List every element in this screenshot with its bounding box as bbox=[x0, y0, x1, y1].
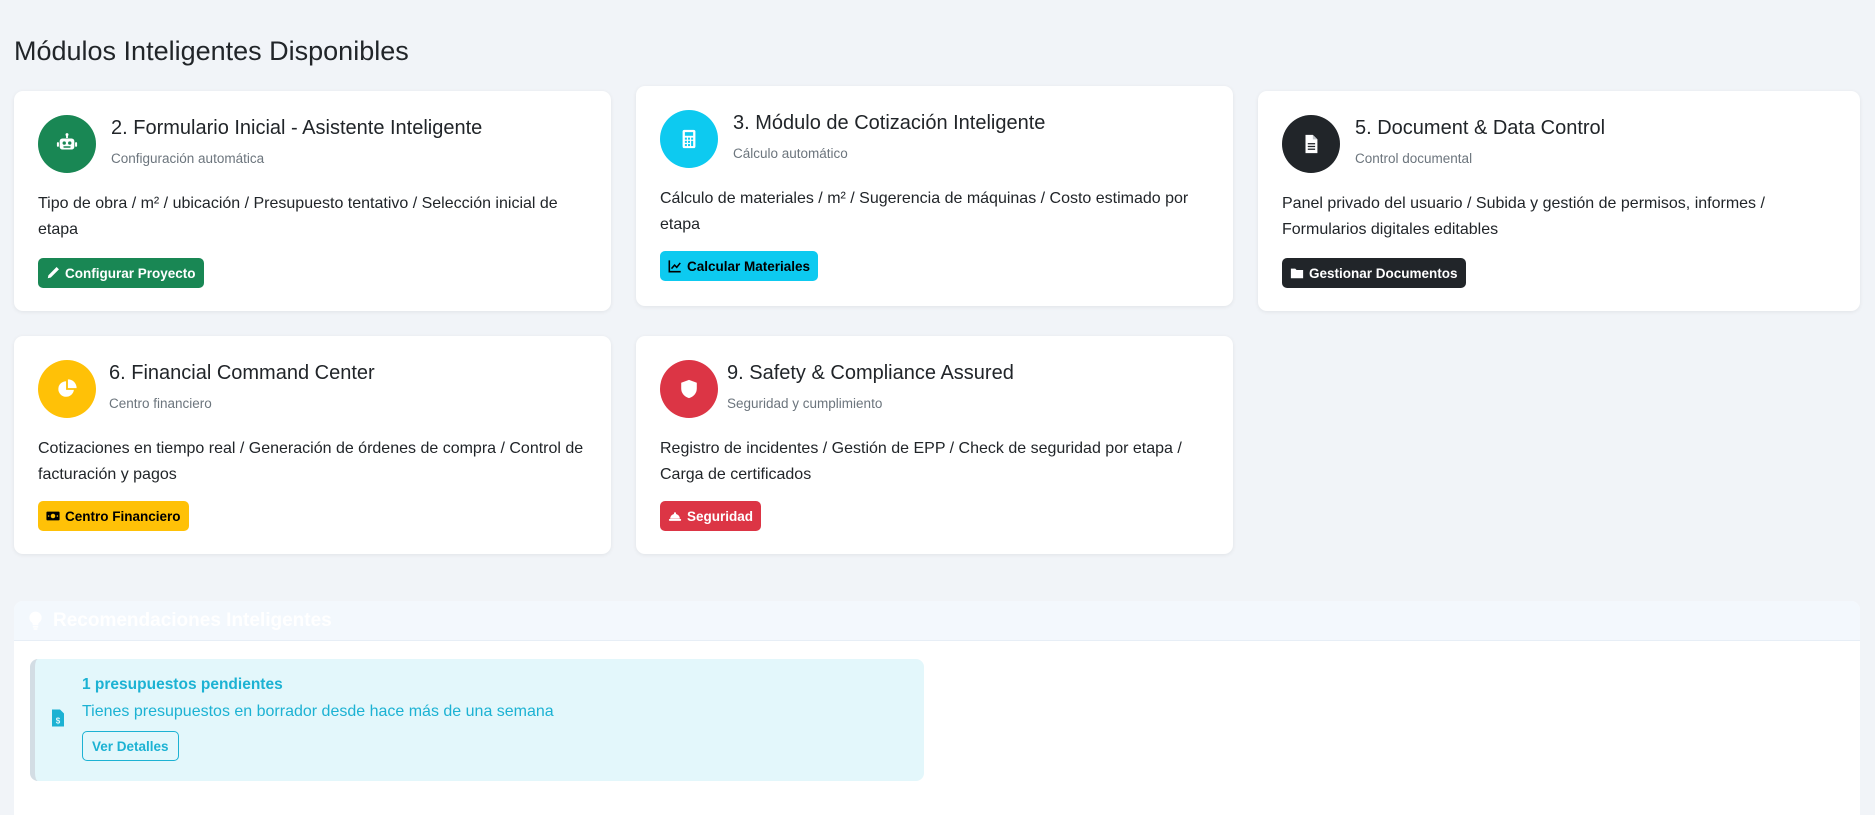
money-icon bbox=[46, 511, 60, 521]
button-label: Seguridad bbox=[687, 508, 754, 524]
document-icon bbox=[1282, 115, 1340, 173]
calcular-materiales-button[interactable]: Calcular Materiales bbox=[660, 251, 819, 281]
recommendations-header: Recomendaciones Inteligentes bbox=[14, 601, 1860, 641]
module-title: 9. Safety & Compliance Assured bbox=[727, 362, 1014, 384]
centro-financiero-button[interactable]: Centro Financiero bbox=[38, 501, 189, 531]
page-title: Módulos Inteligentes Disponibles bbox=[14, 36, 409, 66]
pencil-icon bbox=[47, 267, 59, 279]
invoice-dollar-icon: $ bbox=[52, 709, 64, 727]
module-title: 5. Document & Data Control bbox=[1355, 117, 1606, 139]
pie-chart-icon bbox=[38, 360, 96, 418]
module-title: 2. Formulario Inicial - Asistente Inteli… bbox=[111, 117, 483, 139]
module-card-document: 5. Document & Data Control Control docum… bbox=[1258, 91, 1860, 311]
alert-title: 1 presupuestos pendientes bbox=[82, 676, 283, 693]
button-label: Centro Financiero bbox=[65, 508, 181, 524]
lightbulb-icon bbox=[29, 611, 42, 630]
module-card-cotizacion: 3. Módulo de Cotización Inteligente Cálc… bbox=[636, 86, 1233, 306]
button-label: Gestionar Documentos bbox=[1309, 265, 1458, 281]
module-description: Registro de incidentes / Gestión de EPP … bbox=[660, 440, 1182, 483]
module-subtitle: Configuración automática bbox=[111, 151, 265, 166]
module-title: 6. Financial Command Center bbox=[109, 362, 375, 384]
alert-message: Tienes presupuestos en borrador desde ha… bbox=[82, 703, 554, 720]
ver-detalles-button[interactable]: Ver Detalles bbox=[82, 731, 179, 761]
gestionar-documentos-button[interactable]: Gestionar Documentos bbox=[1282, 258, 1466, 288]
module-description: Panel privado del usuario / Subida y ges… bbox=[1282, 195, 1765, 238]
module-card-safety: 9. Safety & Compliance Assured Seguridad… bbox=[636, 336, 1233, 554]
hard-hat-icon bbox=[668, 512, 682, 521]
module-title: 3. Módulo de Cotización Inteligente bbox=[733, 112, 1046, 134]
button-label: Configurar Proyecto bbox=[65, 265, 196, 281]
recommendations-title: Recomendaciones Inteligentes bbox=[53, 609, 332, 631]
module-card-formulario: 2. Formulario Inicial - Asistente Inteli… bbox=[14, 91, 611, 311]
seguridad-button[interactable]: Seguridad bbox=[660, 501, 762, 531]
recommendations-panel: Recomendaciones Inteligentes $ 1 presupu… bbox=[14, 601, 1860, 815]
module-description: Cálculo de materiales / m² / Sugerencia … bbox=[660, 190, 1189, 233]
svg-text:$: $ bbox=[56, 717, 61, 726]
module-subtitle: Control documental bbox=[1355, 151, 1473, 166]
module-subtitle: Centro financiero bbox=[109, 396, 212, 411]
robot-icon bbox=[38, 115, 96, 173]
configurar-proyecto-button[interactable]: Configurar Proyecto bbox=[38, 258, 204, 288]
module-card-financial: 6. Financial Command Center Centro finan… bbox=[14, 336, 611, 554]
shield-icon bbox=[660, 360, 718, 418]
folder-icon bbox=[1290, 268, 1304, 279]
button-label: Calcular Materiales bbox=[687, 258, 811, 274]
recommendation-alert: $ 1 presupuestos pendientes Tienes presu… bbox=[30, 659, 924, 781]
calculator-icon bbox=[660, 110, 718, 168]
module-subtitle: Cálculo automático bbox=[733, 146, 848, 161]
module-description: Tipo de obra / m² / ubicación / Presupue… bbox=[38, 195, 558, 238]
module-description: Cotizaciones en tiempo real / Generación… bbox=[38, 440, 584, 483]
chart-line-icon bbox=[668, 260, 681, 273]
module-subtitle: Seguridad y cumplimiento bbox=[727, 396, 883, 411]
